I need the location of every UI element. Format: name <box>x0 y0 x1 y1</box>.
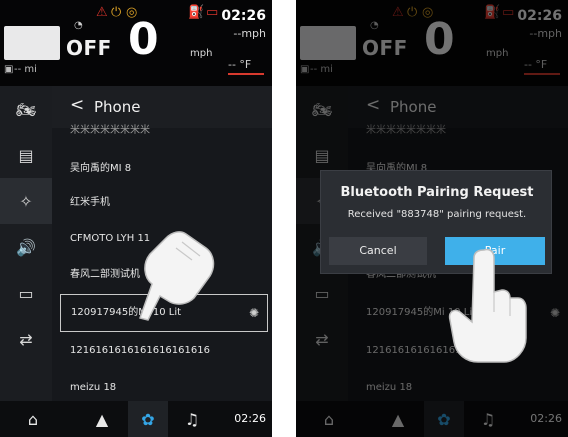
temperature-value: -- °F <box>228 58 252 71</box>
sidebar-item-settings[interactable]: ⇄ <box>0 316 52 362</box>
home-button[interactable]: ⌂ <box>18 401 48 437</box>
temperature-bar <box>228 73 264 75</box>
home-icon: ⌂ <box>27 409 39 429</box>
sidebar-item-dashboard[interactable]: ▤ <box>0 132 52 178</box>
sidebar: 🏍 ▤ ✧ 🔊 ▭ ⇄ <box>0 86 52 401</box>
speed-unit: mph <box>190 48 213 59</box>
list-item[interactable]: 米米米米米米米米 <box>52 124 272 138</box>
list-item[interactable]: 1216161616161616161616 <box>52 332 272 370</box>
bluetooth-icon: ✧ <box>19 191 33 211</box>
dialog-message: Received "883748" pairing request. <box>347 209 527 220</box>
sidebar-item-bluetooth[interactable]: ✧ <box>0 178 52 224</box>
motorcycle-icon: 🏍 <box>15 99 37 119</box>
gear-state: OFF <box>66 36 112 60</box>
sidebar-item-vehicle[interactable]: 🏍 <box>0 86 52 132</box>
speaker-icon: 🔊 <box>16 237 36 257</box>
pointing-hand-icon <box>139 231 215 321</box>
device-list-screen: ⚠ ⏻ ◎ ⛽ ▭ 02:26 --mph ◔ OFF 0 mph ▣ -- m… <box>0 0 272 437</box>
clock: 02:26 <box>221 8 266 24</box>
power-warning-icon: ⏻ <box>111 5 122 20</box>
range-value: -- mi <box>14 64 37 75</box>
bottom-bar: ⌂ ▲ ✿ ♫ 02:26 <box>0 401 272 437</box>
music-icon: ♫ <box>184 409 200 429</box>
battery-warning-icon: ▭ <box>206 5 219 20</box>
list-item[interactable]: meizu 18 <box>52 369 272 401</box>
pairing-request-screen: ⚠ ⏻ ◎ ⛽ ▭ 02:26 --mph ◔ OFF 0 mph ▣ -- m… <box>296 0 568 437</box>
settings-button[interactable]: ✿ <box>128 401 168 437</box>
dialog-title: Bluetooth Pairing Request <box>340 185 534 200</box>
back-button[interactable]: < <box>70 95 84 115</box>
dashboard-icon: ▤ <box>18 145 34 165</box>
phone-panel: < Phone 米米米米米米米米 吴向禹的MI 8 红米手机 CFMOTO LY… <box>52 86 272 401</box>
oil-warning-icon: ⛽ <box>188 5 205 20</box>
page-header: < Phone <box>52 86 272 128</box>
list-item[interactable]: 吴向禹的MI 8 <box>52 150 272 188</box>
status-header: ⚠ ⏻ ◎ ⛽ ▭ 02:26 --mph ◔ OFF 0 mph ▣ -- m… <box>0 0 272 86</box>
display-icon: ▭ <box>18 283 34 303</box>
navigation-icon: ▲ <box>95 409 109 429</box>
headlight-icon: ◔ <box>74 20 83 31</box>
pointing-hand-icon <box>448 248 527 363</box>
music-button[interactable]: ♫ <box>174 401 210 437</box>
speed-value: 0 <box>128 14 159 65</box>
sliders-icon: ⇄ <box>19 329 33 349</box>
navigation-button[interactable]: ▲ <box>84 401 120 437</box>
avatar <box>4 26 60 60</box>
engine-warning-icon: ⚠ <box>96 5 108 20</box>
sidebar-item-sound[interactable]: 🔊 <box>0 224 52 270</box>
cancel-button[interactable]: Cancel <box>329 237 427 265</box>
settings-icon: ✿ <box>141 409 155 429</box>
sidebar-item-display[interactable]: ▭ <box>0 270 52 316</box>
page-title: Phone <box>94 98 141 116</box>
connecting-spinner-icon: ✺ <box>248 306 259 320</box>
speed-limit: --mph <box>233 27 266 40</box>
fuel-range-icon: ▣ <box>4 64 14 75</box>
clock: 02:26 <box>234 412 266 425</box>
